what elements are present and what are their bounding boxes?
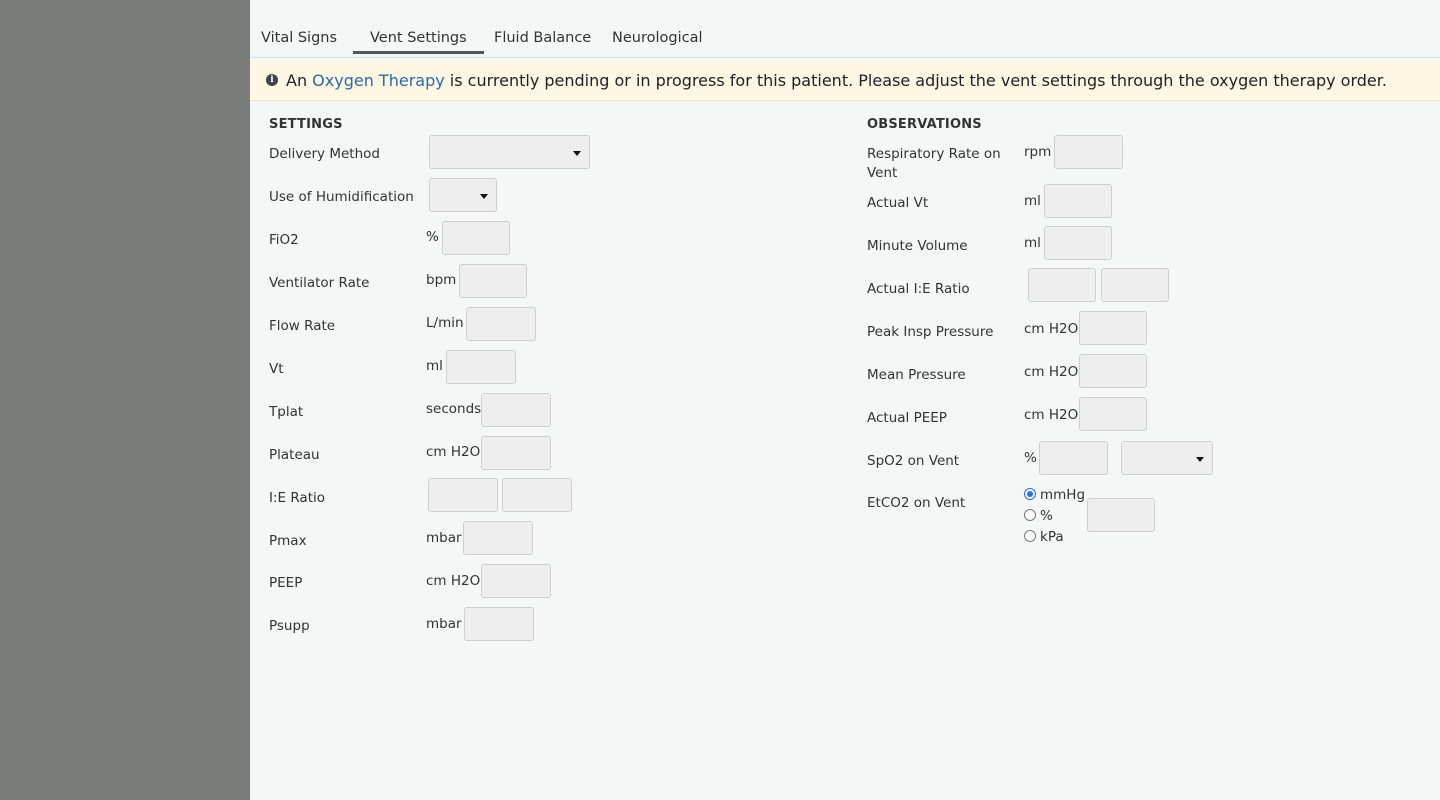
oxygen-therapy-link[interactable]: Oxygen Therapy xyxy=(312,71,445,90)
main-panel: Vital Signs Vent Settings Fluid Balance … xyxy=(250,0,1440,800)
spo2-unit: % xyxy=(1024,450,1037,466)
tplat-label: Tplat xyxy=(269,404,304,420)
spo2-input[interactable] xyxy=(1039,441,1108,475)
flow-rate-input[interactable] xyxy=(466,307,536,341)
mean-pressure-unit: cm H2O xyxy=(1024,364,1079,380)
peak-insp-pressure-label: Peak Insp Pressure xyxy=(867,324,994,340)
banner-suffix: is currently pending or in progress for … xyxy=(444,71,1387,90)
vt-input[interactable] xyxy=(446,350,516,384)
etco2-label: EtCO2 on Vent xyxy=(867,495,966,511)
etco2-unit-percent[interactable]: % xyxy=(1024,508,1053,524)
peep-unit: cm H2O xyxy=(426,573,481,589)
actual-ie-ratio-label: Actual I:E Ratio xyxy=(867,281,970,297)
psupp-label: Psupp xyxy=(269,618,310,634)
banner-message: An Oxygen Therapy is currently pending o… xyxy=(286,71,1387,90)
chevron-down-icon xyxy=(1196,457,1204,462)
etco2-input[interactable] xyxy=(1087,498,1155,532)
peep-label: PEEP xyxy=(269,575,303,591)
chevron-down-icon xyxy=(480,194,488,199)
humidification-label: Use of Humidification xyxy=(269,189,414,205)
actual-vt-label: Actual Vt xyxy=(867,195,929,211)
info-icon: i xyxy=(266,74,278,86)
actual-peep-label: Actual PEEP xyxy=(867,410,947,426)
left-sidebar xyxy=(0,0,250,800)
etco2-unit-label: % xyxy=(1040,508,1053,524)
pmax-input[interactable] xyxy=(463,521,533,555)
ventilator-rate-input[interactable] xyxy=(459,264,527,298)
minute-volume-unit: ml xyxy=(1024,235,1041,251)
peep-input[interactable] xyxy=(481,564,551,598)
ie-ratio-label: I:E Ratio xyxy=(269,490,326,506)
humidification-select[interactable] xyxy=(429,178,497,212)
tab-bar: Vital Signs Vent Settings Fluid Balance … xyxy=(250,0,1440,58)
settings-heading: SETTINGS xyxy=(269,117,343,132)
actual-ie-ratio-input-1[interactable] xyxy=(1028,268,1096,302)
fio2-input[interactable] xyxy=(442,221,510,255)
tab-vent-settings[interactable]: Vent Settings xyxy=(353,30,484,54)
spo2-source-select[interactable] xyxy=(1121,441,1213,475)
pmax-label: Pmax xyxy=(269,533,307,549)
radio-icon[interactable] xyxy=(1024,509,1036,521)
flow-rate-label: Flow Rate xyxy=(269,318,336,334)
ventilator-rate-label: Ventilator Rate xyxy=(269,275,370,291)
etco2-unit-kpa[interactable]: kPa xyxy=(1024,529,1064,545)
chevron-down-icon xyxy=(573,151,581,156)
ie-ratio-input-1[interactable] xyxy=(428,478,498,512)
minute-volume-label: Minute Volume xyxy=(867,238,968,254)
ventilator-rate-unit: bpm xyxy=(426,272,457,288)
tplat-input[interactable] xyxy=(481,393,551,427)
tab-fluid-balance[interactable]: Fluid Balance xyxy=(494,30,591,46)
plateau-label: Plateau xyxy=(269,447,320,463)
peak-insp-pressure-input[interactable] xyxy=(1079,311,1147,345)
tab-vital-signs[interactable]: Vital Signs xyxy=(261,30,337,46)
psupp-unit: mbar xyxy=(426,616,462,632)
actual-ie-ratio-input-2[interactable] xyxy=(1101,268,1169,302)
respiratory-rate-input[interactable] xyxy=(1054,135,1123,169)
actual-peep-input[interactable] xyxy=(1079,397,1147,431)
tplat-unit: seconds xyxy=(426,401,482,417)
etco2-unit-mmhg[interactable]: mmHg xyxy=(1024,487,1085,503)
flow-rate-unit: L/min xyxy=(426,315,464,331)
etco2-unit-label: mmHg xyxy=(1040,487,1086,503)
peak-insp-pressure-unit: cm H2O xyxy=(1024,321,1079,337)
observations-heading: OBSERVATIONS xyxy=(867,117,982,132)
psupp-input[interactable] xyxy=(464,607,534,641)
spo2-label: SpO2 on Vent xyxy=(867,453,960,469)
tab-neurological[interactable]: Neurological xyxy=(612,30,703,46)
actual-vt-input[interactable] xyxy=(1044,184,1112,218)
plateau-unit: cm H2O xyxy=(426,444,481,460)
fio2-unit: % xyxy=(426,229,439,245)
mean-pressure-input[interactable] xyxy=(1079,354,1147,388)
etco2-unit-label: kPa xyxy=(1040,529,1064,545)
banner-prefix: An xyxy=(286,71,313,90)
vt-label: Vt xyxy=(269,361,284,377)
delivery-method-label: Delivery Method xyxy=(269,146,380,162)
minute-volume-input[interactable] xyxy=(1044,226,1112,260)
fio2-label: FiO2 xyxy=(269,232,299,248)
mean-pressure-label: Mean Pressure xyxy=(867,367,966,383)
actual-vt-unit: ml xyxy=(1024,193,1041,209)
actual-peep-unit: cm H2O xyxy=(1024,407,1079,423)
vt-unit: ml xyxy=(426,358,443,374)
delivery-method-select[interactable] xyxy=(429,135,590,169)
ie-ratio-input-2[interactable] xyxy=(502,478,572,512)
radio-icon[interactable] xyxy=(1024,530,1036,542)
oxygen-therapy-banner: i An Oxygen Therapy is currently pending… xyxy=(250,61,1440,101)
respiratory-rate-label: Respiratory Rate on Vent xyxy=(867,146,1001,181)
respiratory-rate-unit: rpm xyxy=(1024,144,1052,160)
radio-selected-icon[interactable] xyxy=(1024,488,1036,500)
pmax-unit: mbar xyxy=(426,530,462,546)
plateau-input[interactable] xyxy=(481,436,551,470)
